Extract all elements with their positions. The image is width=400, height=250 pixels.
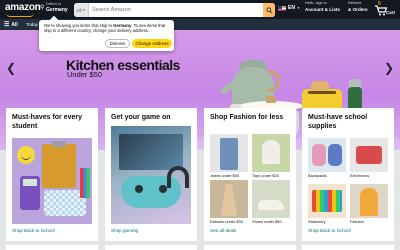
search-bar: All ▼ [74,3,275,17]
headset [167,166,189,188]
pens [80,168,90,198]
search-button[interactable] [263,3,275,17]
tile-caption: Electronics [350,173,370,178]
cart-button[interactable]: 0 Cart [373,1,397,17]
account-greeting: Hello, sign in [305,1,327,5]
card-title: Must-have school supplies [308,114,368,130]
jeans-image [210,134,248,172]
search-icon [265,6,273,14]
student-supplies-image[interactable] [12,138,92,224]
card-link[interactable]: Shop Back to School [308,228,351,233]
delivery-message: We're showing you items that ship to Ger… [44,23,171,33]
tops-image [252,134,290,172]
all-menu-button[interactable]: ☰ All [4,21,18,29]
tile-caption: Shoes under $50 [252,219,282,224]
location-pin-icon: ⚲ [40,5,45,11]
dresses-image [210,180,248,218]
change-address-button[interactable]: Change Address [132,39,172,48]
returns-orders[interactable]: Returns & Orders [348,1,368,12]
tile-caption: Jeans under $50 [210,173,239,178]
search-input[interactable] [89,3,263,17]
clipboard-folder [42,144,76,188]
delivery-popover: We're showing you items that ship to Ger… [39,20,174,51]
tile-electronics[interactable]: Electronics [350,138,388,178]
card-link[interactable]: See all deals [210,228,236,233]
electronics-image [350,138,388,172]
card-school-supplies: Must-have school supplies Backpacks Elec… [302,108,394,241]
toast-bread [311,81,329,91]
card-gaming: Get your game on Shop gaming [105,108,197,241]
stationery-image [308,184,346,218]
card-title: Must-haves for every student [12,114,83,130]
monitor [119,134,183,170]
search-category-select[interactable]: All ▼ [74,3,89,17]
card-title: Shop Fashion for less [210,114,284,121]
fashion-image [350,184,388,218]
toaster-slot [308,91,336,94]
tile-caption: Tops under $25 [252,173,279,178]
tile-tops[interactable]: Tops under $25 [252,134,290,178]
tile-fashion[interactable]: Fashion [350,184,388,224]
logo-smile-icon [6,13,34,17]
us-flag-icon [278,5,286,11]
todays-deals-link[interactable]: Today [26,22,38,27]
dismiss-button[interactable]: Dismiss [105,39,130,48]
next-row-card [105,245,197,250]
cart-label: Cart [386,10,396,15]
card-fashion-deals: Shop Fashion for less Jeans under $50 To… [204,108,296,241]
tile-jeans[interactable]: Jeans under $50 [210,134,248,178]
tile-caption: Dresses under $30 [210,219,243,224]
chevron-right-icon[interactable]: ❯ [384,61,394,75]
tile-dresses[interactable]: Dresses under $30 [210,180,248,224]
gaming-image[interactable] [111,126,191,224]
language-selector[interactable]: EN ▼ [278,5,300,11]
next-row-card [6,245,98,250]
all-menu-label: All [11,21,18,28]
orders-label: & Orders [348,6,368,12]
chevron-left-icon[interactable]: ❮ [6,61,16,75]
card-link[interactable]: Shop gaming [111,228,138,233]
amazon-logo[interactable]: amazon [5,2,41,13]
calculator [20,176,40,210]
tile-shoes[interactable]: Shoes under $50 [252,180,290,224]
tile-caption: Stationery [308,219,326,224]
clipboard-clip [52,141,66,147]
shoes-image [252,180,290,218]
tile-caption: Backpacks [308,173,327,178]
backpacks-image [308,138,346,172]
account-label: Account & Lists [305,6,340,12]
next-row-card [204,245,296,250]
deliver-to-country: Germany [46,7,68,13]
account-lists[interactable]: Hello, sign in Account & Lists [305,1,340,12]
card-student-must-haves: Must-haves for every student Shop Back t… [6,108,98,241]
top-nav: amazon ⚲ Deliver to Germany All ▼ EN ▼ H… [0,0,400,19]
language-label: EN [288,5,295,11]
dutch-oven-knob [266,96,276,103]
returns-label: Returns [348,1,362,5]
chevron-down-icon: ▼ [296,6,300,10]
hamburger-icon: ☰ [4,22,10,28]
search-category-label: All [76,7,82,13]
kettle-handle [268,70,280,92]
smiley-sticker [17,146,35,164]
card-link[interactable]: Shop Back to School [12,228,55,233]
tile-stationery[interactable]: Stationery [308,184,346,224]
next-row-card [302,245,394,250]
tile-caption: Fashion [350,219,364,224]
hero-subtitle: Under $50 [67,70,103,79]
tile-backpacks[interactable]: Backpacks [308,138,346,178]
chevron-down-icon: ▼ [82,8,86,12]
card-title: Get your game on [111,114,171,121]
